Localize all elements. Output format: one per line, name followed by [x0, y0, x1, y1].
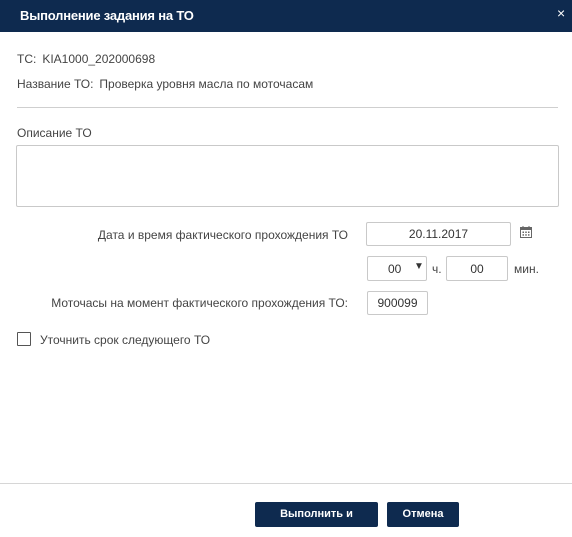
date-input[interactable]: [366, 222, 511, 246]
ts-value: KIA1000_202000698: [42, 52, 156, 66]
calendar-icon[interactable]: [520, 226, 532, 238]
hours-value: 00: [388, 262, 402, 276]
execute-and-extend-button[interactable]: Выполнить и продлить: [255, 502, 378, 537]
footer-divider: [0, 483, 572, 484]
cancel-button[interactable]: Отмена: [387, 502, 459, 527]
description-label: Описание ТО: [17, 126, 92, 140]
divider: [17, 107, 558, 108]
dialog-titlebar: Выполнение задания на ТО ×: [0, 0, 572, 32]
to-name-value: Проверка уровня масла по моточасам: [99, 77, 314, 91]
hours-select[interactable]: 00 ▼: [367, 256, 427, 281]
hours-unit: ч.: [432, 262, 442, 276]
to-name-row: Название ТО: Проверка уровня масла по мот…: [17, 77, 313, 91]
ts-label: ТС:: [17, 52, 37, 66]
dialog-title: Выполнение задания на ТО: [20, 8, 194, 23]
task-dialog: Выполнение задания на ТО × ТС: KIA1000_20…: [0, 0, 572, 537]
motohours-label: Моточасы на момент фактического прохожде…: [51, 296, 348, 310]
minutes-input[interactable]: [446, 256, 508, 281]
to-name-label: Название ТО:: [17, 77, 94, 91]
ts-row: ТС: KIA1000_202000698: [17, 52, 155, 66]
chevron-down-icon: ▼: [414, 261, 424, 272]
datetime-label: Дата и время фактического прохождения ТО: [97, 228, 348, 242]
close-icon[interactable]: ×: [557, 6, 569, 20]
motohours-input[interactable]: [367, 291, 428, 315]
minutes-unit: мин.: [514, 262, 539, 276]
next-term-label[interactable]: Уточнить срок следующего ТО: [40, 333, 210, 347]
next-term-checkbox[interactable]: [17, 332, 31, 346]
description-textarea[interactable]: [16, 145, 559, 207]
